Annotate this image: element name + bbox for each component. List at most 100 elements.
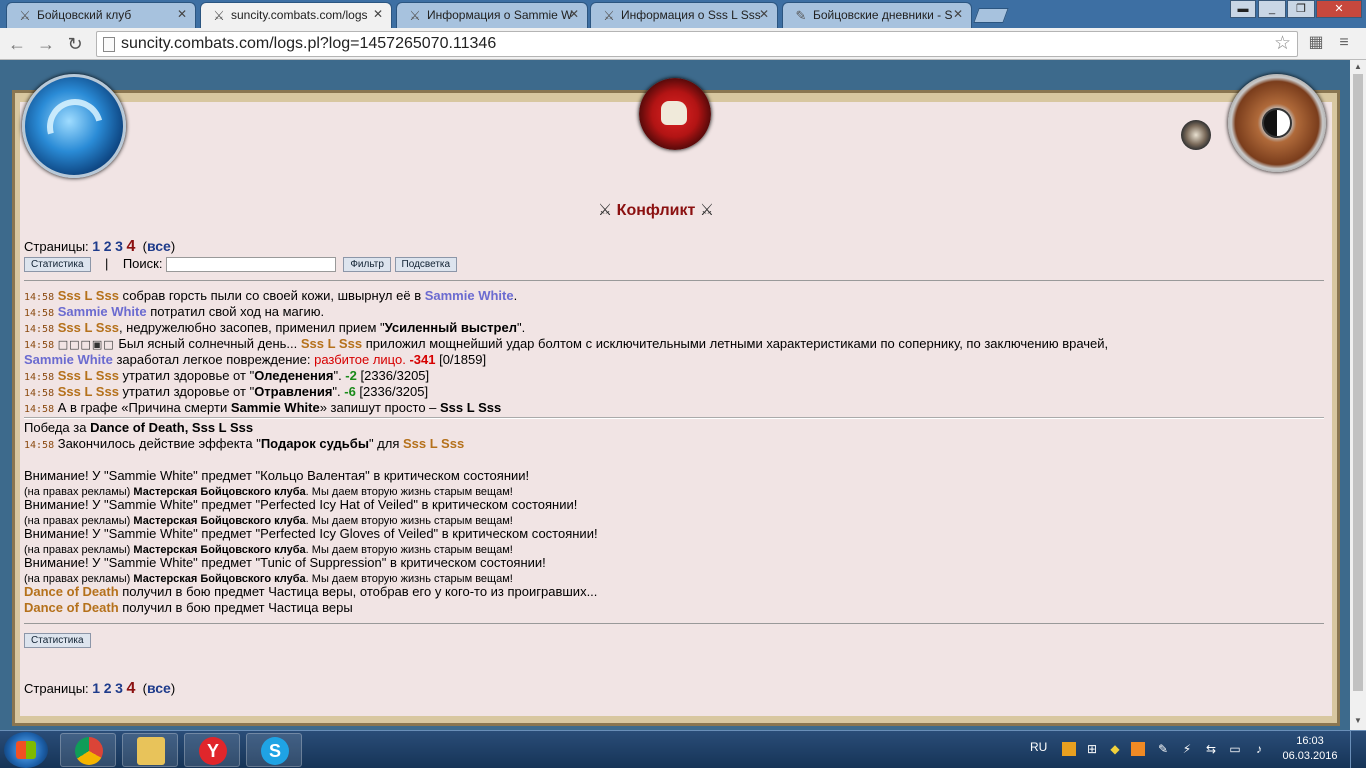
start-button[interactable] [4, 732, 48, 768]
tray-app-icon[interactable] [1062, 742, 1076, 756]
log-line: Sammie White заработал легкое повреждени… [24, 352, 487, 367]
network-icon[interactable]: ⚡ [1180, 742, 1194, 756]
browser-toolbar: ← → ↻ suncity.combats.com/logs.pl?log=14… [0, 28, 1366, 60]
crossed-swords-icon: ⚔ [597, 202, 613, 219]
player-link[interactable]: Dance of Death [24, 584, 119, 599]
log-line: 14:58 Закончилось действие эффекта "Пода… [24, 436, 465, 451]
reload-icon[interactable]: ↻ [63, 32, 87, 56]
search-input[interactable] [166, 257, 337, 273]
close-tab-icon[interactable]: ✕ [759, 7, 769, 21]
player-link[interactable]: Dance of Death [24, 600, 119, 615]
swords-icon: ⚔ [409, 8, 421, 23]
stats-button-bottom[interactable]: Статистика [24, 633, 91, 649]
player-link[interactable]: Sss L Sss [58, 320, 119, 335]
language-indicator[interactable]: RU [1030, 740, 1047, 754]
user-icon[interactable]: ▬ [1230, 0, 1256, 18]
page-viewport: ⚔ Конфликт ⚔ Страницы: 1 2 3 4 (все) Ста… [0, 60, 1350, 730]
page-link-3[interactable]: 3 [115, 680, 123, 696]
vertical-scrollbar[interactable]: ▲ ▼ [1350, 60, 1366, 730]
maximize-button[interactable]: ❐ [1287, 0, 1315, 18]
player-link[interactable]: Sammie White [24, 352, 113, 367]
item-warning: Внимание! У "Sammie White" предмет "Perf… [24, 497, 578, 512]
explorer-taskbar-button[interactable] [122, 733, 178, 767]
page-link-2[interactable]: 2 [104, 680, 112, 696]
highlight-button[interactable]: Подсветка [394, 257, 458, 273]
page-link-3[interactable]: 3 [115, 238, 123, 254]
close-window-button[interactable]: ✕ [1316, 0, 1362, 18]
filter-button[interactable]: Фильтр [343, 257, 391, 273]
windows-update-icon[interactable]: ⊞ [1085, 742, 1099, 756]
extension-icon[interactable]: ▦ [1306, 33, 1326, 53]
hit-zones-icon: □□□▣□ [57, 338, 115, 351]
swords-icon: ⚔ [213, 8, 225, 23]
page-link-all[interactable]: все [147, 680, 171, 696]
close-tab-icon[interactable]: ✕ [569, 7, 579, 21]
crossed-swords-icon: ⚔ [699, 202, 715, 219]
controls-row: Статистика | Поиск: Фильтр Подсветка [24, 256, 458, 273]
page-link-all[interactable]: все [147, 238, 171, 254]
tab-info-sammie[interactable]: ⚔ Информация о Sammie W ✕ [396, 2, 588, 28]
close-tab-icon[interactable]: ✕ [177, 7, 187, 21]
player-link[interactable]: Sss L Sss [58, 384, 119, 399]
taskbar-clock[interactable]: 16:03 06.03.2016 [1282, 734, 1338, 764]
close-tab-icon[interactable]: ✕ [373, 7, 383, 21]
fist-emblem-icon[interactable] [639, 78, 711, 150]
stats-button[interactable]: Статистика [24, 257, 91, 273]
feather-icon: ✎ [795, 8, 807, 23]
player-link[interactable]: Sammie White [58, 304, 147, 319]
yandex-taskbar-button[interactable]: Y [184, 733, 240, 767]
victory-line: Победа за Dance of Death, Sss L Sss [24, 420, 254, 435]
back-icon[interactable]: ← [5, 32, 29, 56]
windows-taskbar: Y S RU ⊞ ◆ ✎ ⚡ ⇆ ▭ ♪ 16:03 06.03.2016 [0, 730, 1366, 768]
scroll-up-icon[interactable]: ▲ [1350, 62, 1366, 71]
usb-icon[interactable]: ⇆ [1204, 742, 1218, 756]
pen-icon[interactable]: ✎ [1156, 742, 1170, 756]
page-link-2[interactable]: 2 [104, 238, 112, 254]
tab-info-sss[interactable]: ⚔ Информация о Sss L Sss ✕ [590, 2, 778, 28]
water-emblem-icon [22, 74, 126, 178]
action-center-icon[interactable]: ▭ [1228, 742, 1242, 756]
drop-line: Dance of Death получил в бою предмет Час… [24, 584, 598, 599]
show-desktop-button[interactable] [1350, 731, 1366, 768]
player-link[interactable]: Sss L Sss [301, 336, 362, 351]
menu-icon[interactable]: ≡ [1334, 33, 1354, 53]
tab-logs[interactable]: ⚔ suncity.combats.com/logs ✕ [200, 2, 392, 29]
chrome-taskbar-button[interactable] [60, 733, 116, 767]
scroll-thumb[interactable] [1353, 74, 1363, 691]
scroll-down-icon[interactable]: ▼ [1350, 716, 1366, 725]
url-text[interactable]: suncity.combats.com/logs.pl?log=14572650… [121, 35, 496, 53]
divider [24, 417, 1324, 419]
swords-icon: ⚔ [19, 8, 31, 23]
yin-yang-emblem-icon [1228, 74, 1326, 172]
bookmark-star-icon[interactable]: ☆ [1274, 32, 1291, 55]
chrome-icon [75, 737, 103, 765]
tray-app2-icon[interactable] [1131, 742, 1145, 756]
page-title: ⚔ Конфликт ⚔ [597, 202, 715, 219]
player-link[interactable]: Sammie White [425, 288, 514, 303]
notes-icon[interactable]: ◆ [1108, 742, 1122, 756]
forward-icon[interactable]: → [34, 32, 58, 56]
close-tab-icon[interactable]: ✕ [953, 7, 963, 21]
tab-combats-club[interactable]: ⚔ Бойцовский клуб ✕ [6, 2, 196, 28]
new-tab-button[interactable] [973, 8, 1009, 23]
volume-icon[interactable]: ♪ [1252, 742, 1266, 756]
page-link-1[interactable]: 1 [92, 238, 100, 254]
player-link[interactable]: Sss L Sss [58, 368, 119, 383]
page-current: 4 [126, 238, 136, 255]
swords-icon: ⚔ [603, 8, 615, 23]
pagination-bottom: Страницы: 1 2 3 4 (все) [24, 680, 176, 697]
explorer-icon [137, 737, 165, 765]
minimize-button[interactable]: _ [1258, 0, 1286, 18]
page-current: 4 [126, 680, 136, 697]
skype-taskbar-button[interactable]: S [246, 733, 302, 767]
divider [24, 280, 1324, 281]
tab-strip: ⚔ Бойцовский клуб ✕ ⚔ suncity.combats.co… [0, 0, 1366, 29]
player-link[interactable]: Sss L Sss [403, 436, 464, 451]
address-bar[interactable]: suncity.combats.com/logs.pl?log=14572650… [96, 31, 1298, 57]
player-link[interactable]: Sss L Sss [58, 288, 119, 303]
small-emblem-icon[interactable] [1181, 120, 1211, 150]
page-link-1[interactable]: 1 [92, 680, 100, 696]
item-warning: Внимание! У "Sammie White" предмет "Коль… [24, 468, 530, 483]
windows-logo-icon [16, 741, 36, 759]
tab-diaries[interactable]: ✎ Бойцовские дневники - S ✕ [782, 2, 972, 28]
